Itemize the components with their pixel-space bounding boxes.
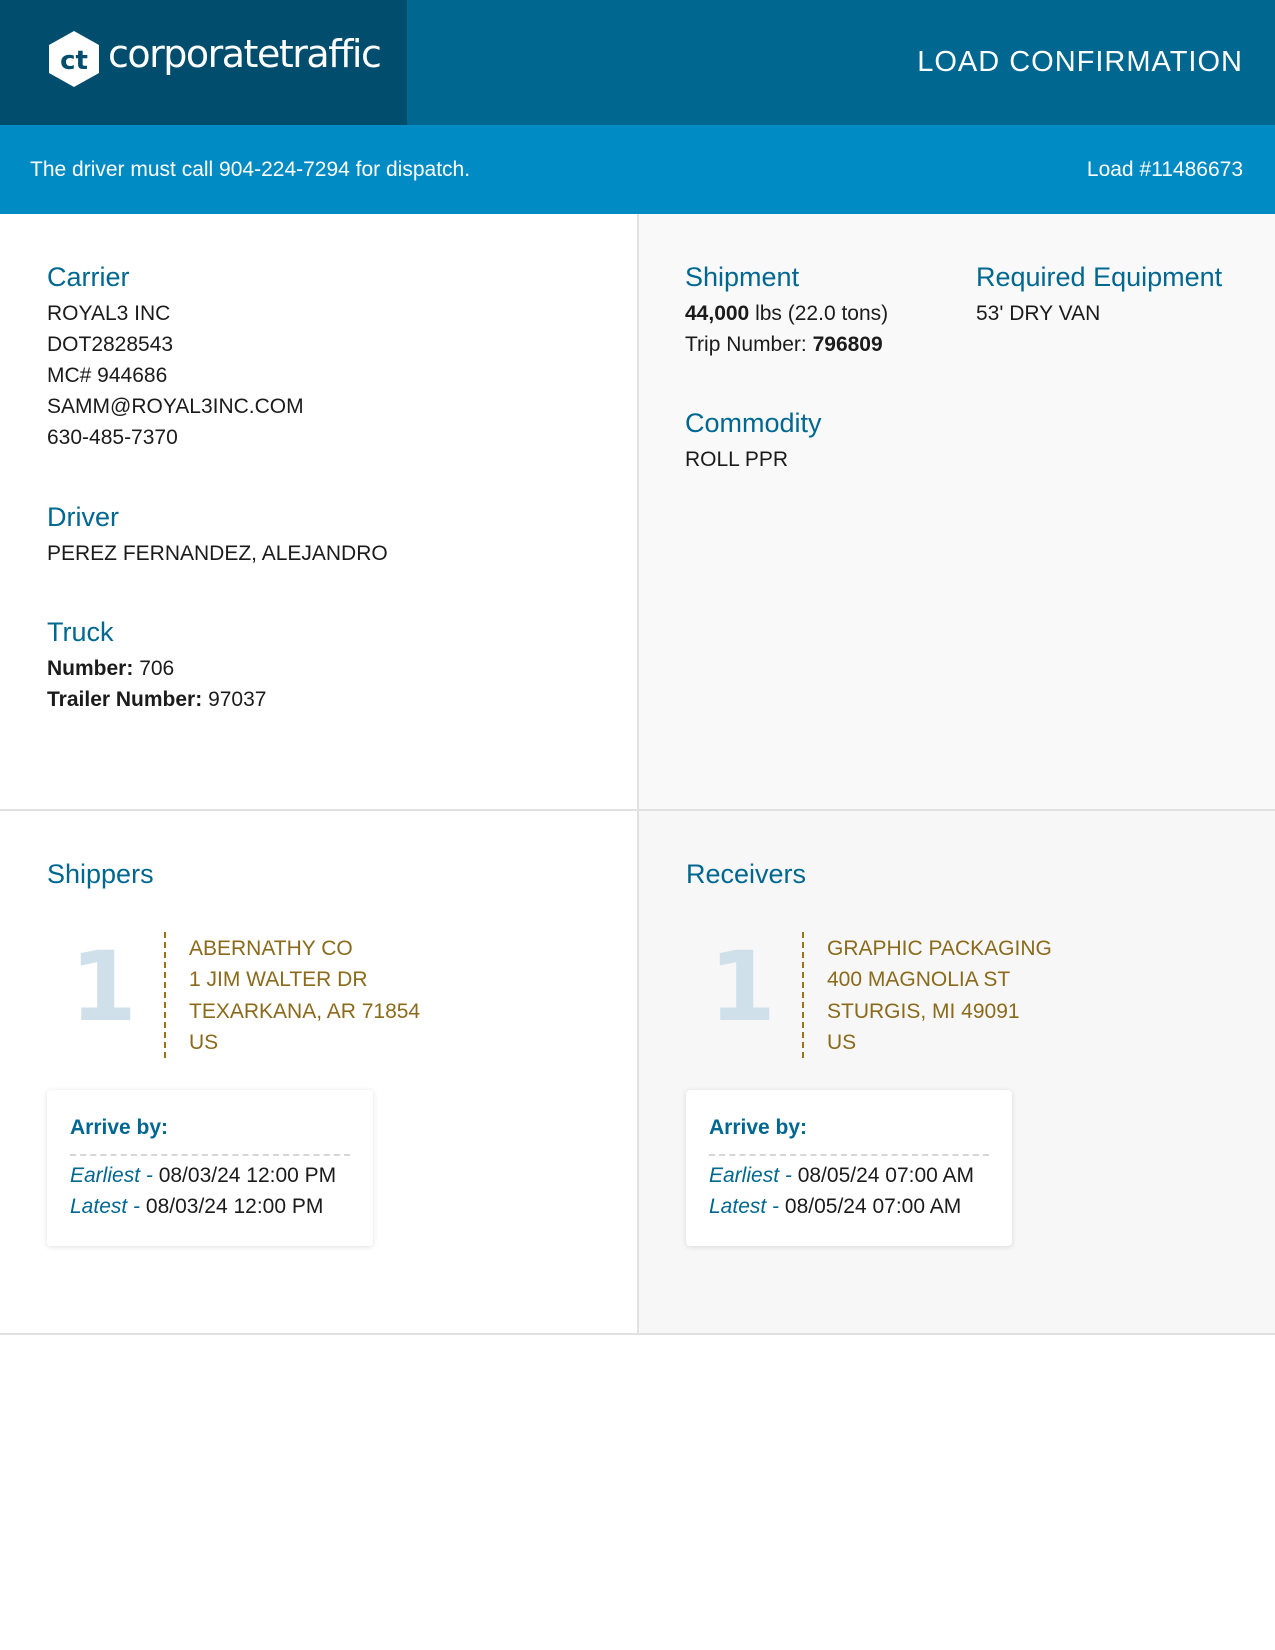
driver-name: PEREZ FERNANDEZ, ALEJANDRO	[47, 542, 388, 565]
shipment-heading: Shipment	[685, 262, 800, 292]
shipper-divider	[164, 932, 166, 1058]
truck-heading: Truck	[47, 617, 114, 647]
driver-heading: Driver	[47, 502, 119, 532]
ct-logo-icon: ct	[49, 31, 99, 87]
trip-number-label: Trip Number:	[685, 333, 807, 356]
truck-number-label: Number:	[47, 657, 134, 680]
receiver-latest: Latest - 08/05/24 07:00 AM	[709, 1195, 961, 1219]
header: ct corporatetraffic LOAD CONFIRMATION	[0, 0, 1275, 125]
carrier-email: SAMM@ROYAL3INC.COM	[47, 395, 304, 418]
trip-number: Trip Number: 796809	[685, 333, 883, 357]
equipment-heading: Required Equipment	[976, 262, 1223, 292]
shipment-weight-unit: lbs (22.0 tons)	[755, 302, 889, 325]
dispatch-bar: The driver must call 904-224-7294 for di…	[0, 125, 1275, 214]
receiver-arrive-label: Arrive by:	[709, 1116, 808, 1139]
truck-number: Number: 706	[47, 657, 174, 681]
shipment-weight-value: 44,000	[685, 302, 750, 325]
latest-value: 08/05/24 07:00 AM	[784, 1195, 962, 1218]
receiver-address: GRAPHIC PACKAGING 400 MAGNOLIA ST STURGI…	[827, 933, 1052, 1058]
commodity-heading: Commodity	[685, 408, 822, 438]
shipment-weight: 44,000 lbs (22.0 tons)	[685, 302, 888, 326]
shipper-country: US	[189, 1030, 219, 1054]
earliest-value: 08/05/24 07:00 AM	[797, 1164, 975, 1187]
latest-value: 08/03/24 12:00 PM	[145, 1195, 324, 1218]
receiver-divider	[802, 932, 804, 1058]
carrier-phone: 630-485-7370	[47, 426, 178, 449]
page-title: LOAD CONFIRMATION	[917, 46, 1243, 78]
logo-mark-text: ct	[60, 46, 88, 76]
receivers-heading: Receivers	[686, 859, 807, 889]
load-number: Load #11486673	[1086, 158, 1243, 181]
shipper-street: 1 JIM WALTER DR	[189, 968, 368, 992]
commodity-value: ROLL PPR	[685, 448, 789, 471]
receiver-earliest: Earliest - 08/05/24 07:00 AM	[709, 1164, 974, 1188]
earliest-label: Earliest -	[709, 1164, 792, 1187]
shipper-arrival-card: Arrive by: Earliest - 08/03/24 12:00 PM …	[47, 1090, 373, 1246]
dispatch-message: The driver must call 904-224-7294 for di…	[30, 158, 471, 181]
brand-name: corporatetraffic	[108, 32, 382, 76]
section-divider-bottom	[0, 1333, 1275, 1335]
receiver-city: STURGIS, MI 49091	[827, 999, 1020, 1023]
shipper-earliest: Earliest - 08/03/24 12:00 PM	[70, 1164, 336, 1188]
truck-number-value: 706	[139, 657, 175, 680]
earliest-label: Earliest -	[70, 1164, 153, 1187]
equipment-value: 53' DRY VAN	[976, 302, 1101, 325]
shipper-address: ABERNATHY CO 1 JIM WALTER DR TEXARKANA, …	[189, 933, 420, 1058]
trip-number-value: 796809	[812, 333, 883, 356]
receiver-stop-number: 1	[709, 931, 776, 1043]
section-divider	[0, 809, 1275, 811]
shippers-heading: Shippers	[47, 859, 154, 889]
receiver-name: GRAPHIC PACKAGING	[827, 937, 1052, 960]
trailer-number: Trailer Number: 97037	[47, 688, 266, 712]
trailer-number-value: 97037	[208, 688, 267, 711]
carrier-heading: Carrier	[47, 262, 130, 292]
latest-label: Latest -	[709, 1195, 780, 1218]
logo: ct corporatetraffic	[0, 0, 407, 125]
earliest-value: 08/03/24 12:00 PM	[158, 1164, 337, 1187]
receiver-street: 400 MAGNOLIA ST	[827, 968, 1011, 992]
receiver-arrival-card: Arrive by: Earliest - 08/05/24 07:00 AM …	[686, 1090, 1012, 1246]
shipper-arrive-label: Arrive by:	[70, 1116, 169, 1139]
shipper-stop-number: 1	[70, 931, 137, 1043]
carrier-name: ROYAL3 INC	[47, 302, 171, 325]
column-divider	[637, 214, 639, 1334]
shipper-name: ABERNATHY CO	[189, 937, 353, 960]
carrier-dot: DOT2828543	[47, 333, 174, 356]
card-divider	[709, 1154, 989, 1156]
card-divider	[70, 1154, 350, 1156]
trailer-number-label: Trailer Number:	[47, 688, 203, 711]
shipper-latest: Latest - 08/03/24 12:00 PM	[70, 1195, 323, 1219]
receiver-country: US	[827, 1030, 857, 1054]
latest-label: Latest -	[70, 1195, 141, 1218]
shipper-city: TEXARKANA, AR 71854	[189, 999, 421, 1023]
carrier-mc: MC# 944686	[47, 364, 168, 387]
